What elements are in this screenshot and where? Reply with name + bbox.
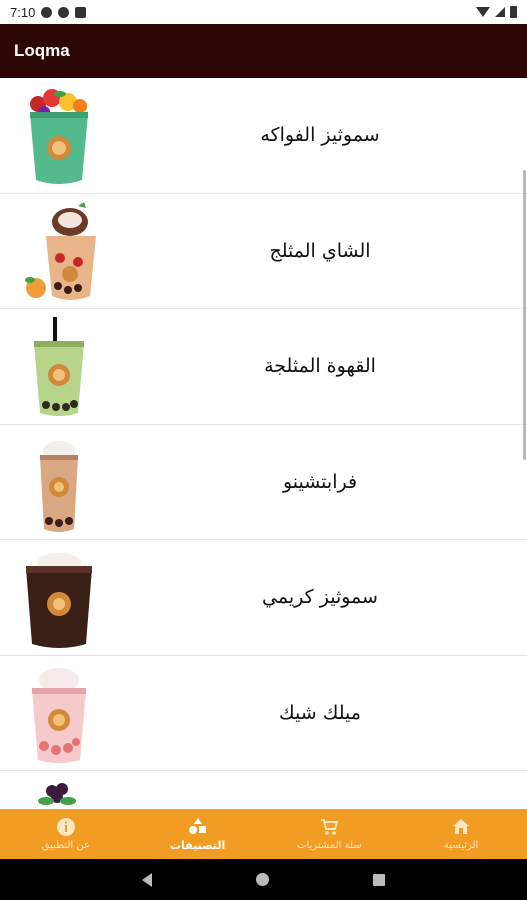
list-item[interactable]: الشاي المثلج [0,194,527,309]
status-left: 7:10 [10,4,87,20]
item-label: فرابتشينو [282,470,358,493]
recents-icon[interactable] [373,873,385,886]
bottom-navigation: عن التطبيق التصنيفات سلة المشتريات الرئي… [0,809,527,859]
frappuccino-icon [16,431,102,535]
scrollbar[interactable] [523,170,526,460]
list-item[interactable]: فرابتشينو [0,425,527,540]
list-item[interactable]: القهوة المثلجة [0,309,527,425]
status-right [476,6,517,18]
milkshake-icon [16,662,102,766]
cart-icon [319,817,339,837]
nav-about[interactable]: عن التطبيق [0,809,132,859]
nav-categories[interactable]: التصنيفات [132,809,264,859]
fruit-smoothie-icon [16,84,102,188]
nav-cart[interactable]: سلة المشتريات [264,809,396,859]
notification-icon [41,6,53,18]
app-notification-icon [58,6,70,18]
home-button-icon[interactable] [256,873,269,886]
sd-card-icon [75,6,87,18]
list-item[interactable] [0,771,527,809]
iced-tea-icon [16,200,102,304]
nav-label: سلة المشتريات [297,840,362,851]
creamy-smoothie-icon [16,546,102,650]
info-icon [56,817,76,837]
status-bar: 7:10 [0,0,527,24]
item-label: سموثيز كريمي [262,586,378,609]
nav-label: عن التطبيق [41,840,90,851]
app-bar: Loqma [0,24,527,78]
list-item[interactable]: ميلك شيك [0,656,527,771]
iced-coffee-icon [16,315,102,419]
battery-icon [510,6,517,18]
berries-icon [16,777,102,809]
status-time: 7:10 [10,4,36,20]
category-list[interactable]: سموثيز الفواكه الشاي المثلج القهوة المثل… [0,78,527,809]
item-label: القهوة المثلجة [264,355,376,378]
item-label: الشاي المثلج [269,239,371,262]
nav-label: الرئيسية [443,840,479,851]
list-item[interactable]: سموثيز الفواكه [0,78,527,194]
nav-home[interactable]: الرئيسية [395,809,527,859]
list-item[interactable]: سموثيز كريمي [0,540,527,656]
wifi-icon [476,7,490,17]
item-label: سموثيز الفواكه [260,124,380,147]
system-navigation-bar [0,859,527,900]
nav-label: التصنيفات [169,839,226,852]
categories-icon [188,816,208,836]
item-label: ميلك شيك [279,701,361,724]
home-icon [451,817,471,837]
app-title: Loqma [14,41,70,60]
back-icon[interactable] [142,872,152,887]
signal-icon [495,7,505,17]
